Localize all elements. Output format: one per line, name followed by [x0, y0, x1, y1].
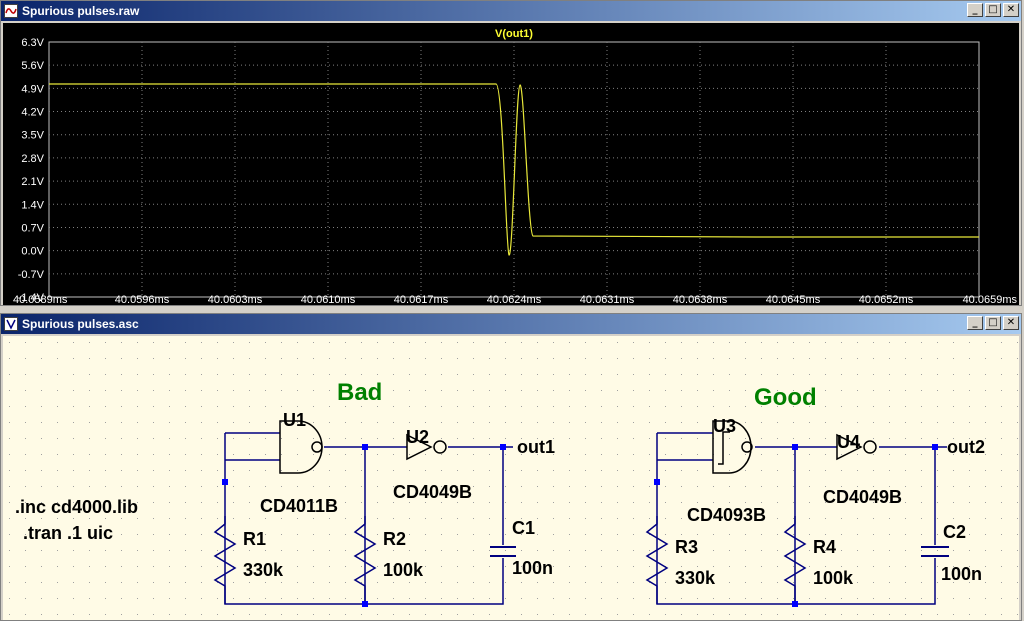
- x-tick-label: 40.0638ms: [673, 294, 728, 305]
- r3-ref[interactable]: R3: [675, 537, 698, 557]
- x-tick-label: 40.0610ms: [301, 294, 356, 305]
- x-tick-label: 40.0617ms: [394, 294, 449, 305]
- schematic-titlebar[interactable]: Spurious pulses.asc _ □ ✕: [1, 314, 1021, 334]
- minimize-button[interactable]: _: [967, 3, 983, 17]
- waveform-plot[interactable]: 6.3V 5.6V 4.9V 4.2V 3.5V 2.8V 2.1V 1.4V 0.7V 0.0V…: [3, 23, 1019, 306]
- schematic-canvas[interactable]: Bad Good .inc cd4000.lib .tran .1 uic U1…: [3, 336, 1019, 620]
- y-tick-label: -0.7V: [18, 269, 45, 281]
- u2-ref[interactable]: U2: [406, 427, 429, 447]
- maximize-button[interactable]: □: [985, 3, 1001, 17]
- y-tick-label: 0.7V: [21, 222, 44, 234]
- heading-good[interactable]: Good: [754, 384, 817, 411]
- y-tick-label: 1.4V: [21, 199, 44, 211]
- vout1-trace: [49, 83, 979, 256]
- schematic-window-title: Spurious pulses.asc: [22, 317, 139, 331]
- u3-model[interactable]: CD4093B: [687, 505, 766, 525]
- x-tick-label: 40.0603ms: [208, 294, 263, 305]
- u2-model[interactable]: CD4049B: [393, 482, 472, 502]
- r1-ref[interactable]: R1: [243, 529, 266, 549]
- waveform-app-icon: [4, 4, 18, 18]
- y-tick-label: 2.8V: [21, 153, 44, 165]
- x-tick-label: 40.0645ms: [766, 294, 821, 305]
- x-tick-label: 40.0631ms: [580, 294, 635, 305]
- c2-ref[interactable]: C2: [943, 522, 966, 542]
- minimize-button[interactable]: _: [967, 316, 983, 330]
- out2-net-label[interactable]: out2: [947, 437, 985, 457]
- c1-value[interactable]: 100n: [512, 558, 553, 578]
- r3-value[interactable]: 330k: [675, 568, 716, 588]
- u1-model[interactable]: CD4011B: [260, 496, 338, 516]
- plot-grid: [49, 42, 979, 297]
- y-tick-label: 4.2V: [21, 107, 44, 119]
- c1-ref[interactable]: C1: [512, 518, 535, 538]
- out1-net-label[interactable]: out1: [517, 437, 555, 457]
- maximize-button[interactable]: □: [985, 316, 1001, 330]
- waveform-plot-canvas: 6.3V 5.6V 4.9V 4.2V 3.5V 2.8V 2.1V 1.4V 0.7V 0.0V…: [13, 28, 1018, 306]
- x-tick-labels: 40.0589ms 40.0596ms 40.0603ms 40.0610ms 40.0…: [13, 294, 1018, 306]
- x-tick-label: 40.0596ms: [115, 294, 170, 305]
- y-tick-label: 4.9V: [21, 83, 44, 95]
- r4-ref[interactable]: R4: [813, 537, 836, 557]
- y-tick-label: 3.5V: [21, 130, 44, 142]
- directive-tran[interactable]: .tran .1 uic: [23, 523, 113, 543]
- y-tick-label: 6.3V: [21, 37, 44, 49]
- heading-bad[interactable]: Bad: [337, 379, 382, 406]
- waveform-window: Spurious pulses.raw _ □ ✕ 6.3V 5.6V 4.9V 4.…: [0, 0, 1022, 306]
- waveform-window-title: Spurious pulses.raw: [22, 4, 140, 18]
- u4-ref[interactable]: U4: [837, 432, 860, 452]
- x-tick-label: 40.0659ms: [963, 294, 1018, 305]
- schematic-grid: [3, 336, 1019, 620]
- directive-inc[interactable]: .inc cd4000.lib: [15, 497, 138, 517]
- close-button[interactable]: ✕: [1003, 3, 1019, 17]
- r4-value[interactable]: 100k: [813, 568, 854, 588]
- x-tick-label: 40.0624ms: [487, 294, 542, 305]
- y-tick-label: 5.6V: [21, 60, 44, 72]
- u1-ref[interactable]: U1: [283, 410, 306, 430]
- y-tick-labels: 6.3V 5.6V 4.9V 4.2V 3.5V 2.8V 2.1V 1.4V 0.7V 0.0V…: [18, 37, 45, 304]
- r1-value[interactable]: 330k: [243, 560, 284, 580]
- close-button[interactable]: ✕: [1003, 316, 1019, 330]
- schematic-window: Spurious pulses.asc _ □ ✕ Bad Good .inc …: [0, 313, 1022, 621]
- u4-model[interactable]: CD4049B: [823, 487, 902, 507]
- y-tick-label: 2.1V: [21, 176, 44, 188]
- waveform-titlebar[interactable]: Spurious pulses.raw _ □ ✕: [1, 1, 1021, 21]
- x-tick-label: 40.0652ms: [859, 294, 914, 305]
- y-tick-label: 0.0V: [21, 246, 44, 258]
- schematic-app-icon: [4, 317, 18, 331]
- x-tick-label: 40.0589ms: [13, 294, 68, 305]
- trace-label[interactable]: V(out1): [495, 28, 533, 40]
- u3-ref[interactable]: U3: [713, 416, 736, 436]
- c2-value[interactable]: 100n: [941, 564, 982, 584]
- r2-value[interactable]: 100k: [383, 560, 424, 580]
- r2-ref[interactable]: R2: [383, 529, 406, 549]
- schematic-drawing: Bad Good .inc cd4000.lib .tran .1 uic U1…: [3, 336, 1019, 620]
